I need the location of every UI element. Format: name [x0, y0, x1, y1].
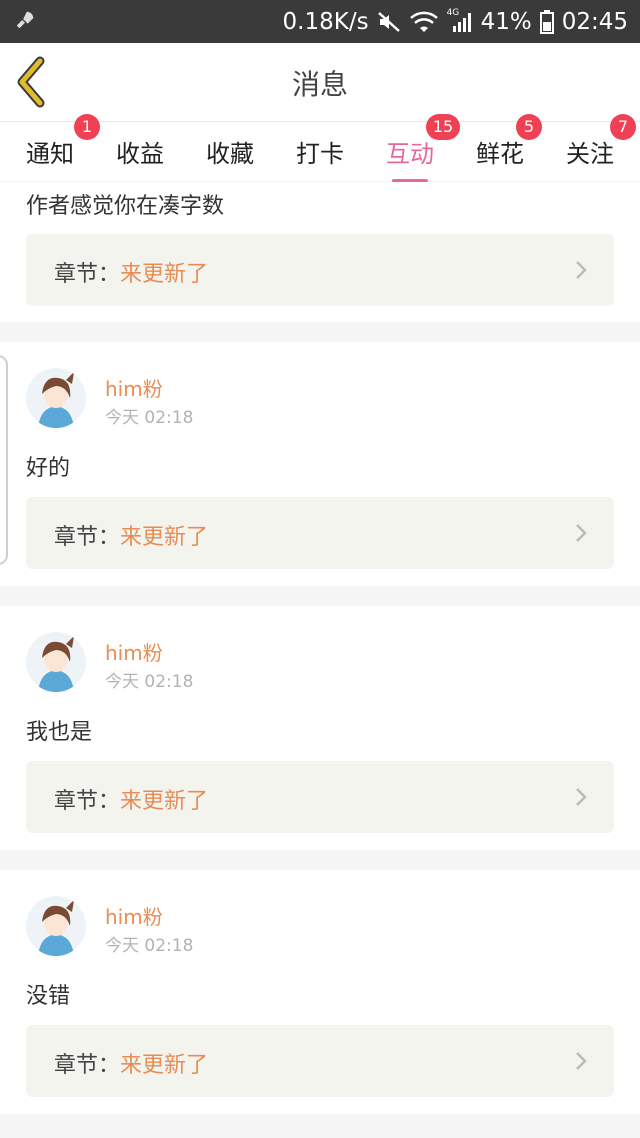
tab-label: 收藏 — [206, 140, 254, 168]
chapter-link[interactable]: 章节：来更新了 — [26, 1025, 614, 1097]
chevron-right-icon — [576, 261, 587, 279]
message-card: 作者感觉你在凑字数 章节：来更新了 — [0, 182, 640, 322]
clock: 02:45 — [561, 9, 628, 35]
wifi-icon — [409, 11, 438, 32]
comment-text: 没错 — [26, 984, 71, 1009]
chapter-label: 章节： — [54, 262, 121, 287]
avatar[interactable] — [26, 368, 86, 428]
chapter-link[interactable]: 章节：来更新了 — [26, 761, 614, 833]
chapter-name: 来更新了 — [120, 789, 209, 814]
tab-label: 打卡 — [296, 140, 344, 168]
tab-label: 互动 — [386, 140, 434, 168]
side-drawer-handle[interactable] — [0, 355, 8, 565]
chapter-label: 章节： — [54, 525, 121, 550]
tab-label: 关注 — [566, 140, 614, 168]
tab-label: 通知 — [26, 140, 74, 168]
message-card: him粉 今天 02:18 我也是 章节：来更新了 — [0, 606, 640, 850]
mute-icon — [377, 12, 400, 32]
tab-label: 鲜花 — [476, 140, 524, 168]
unread-badge: 5 — [516, 114, 542, 140]
unread-badge: 7 — [610, 114, 636, 140]
header-bar: 消息 — [0, 43, 640, 121]
battery-percent: 41% — [480, 9, 532, 35]
chapter-name: 来更新了 — [120, 262, 209, 287]
tab-follow[interactable]: 关注 7 — [566, 114, 636, 169]
tab-interaction[interactable]: 互动 15 — [386, 114, 460, 183]
comment-text: 我也是 — [26, 720, 93, 745]
chevron-right-icon — [576, 788, 587, 806]
tab-favorites[interactable]: 收藏 — [206, 134, 254, 169]
comment-text: 作者感觉你在凑字数 — [26, 194, 225, 219]
rocket-icon — [16, 11, 34, 29]
tab-bar: 通知 1 收益 收藏 打卡 互动 15 鲜花 5 关注 7 — [0, 114, 640, 183]
username[interactable]: him粉 — [105, 637, 163, 666]
message-card: him粉 今天 02:18 好的 章节：来更新了 — [0, 342, 640, 586]
chapter-link[interactable]: 章节：来更新了 — [26, 497, 614, 569]
avatar[interactable] — [26, 896, 86, 956]
chapter-name: 来更新了 — [120, 1053, 209, 1078]
username[interactable]: him粉 — [105, 901, 163, 930]
chevron-right-icon — [576, 524, 587, 542]
chevron-right-icon — [576, 1052, 587, 1070]
signal-4g-icon: 4G — [447, 8, 473, 34]
page-title: 消息 — [291, 68, 348, 101]
unread-badge: 1 — [74, 114, 100, 140]
username[interactable]: him粉 — [105, 373, 163, 402]
chapter-label: 章节： — [54, 1053, 121, 1078]
avatar[interactable] — [26, 632, 86, 692]
tab-flowers[interactable]: 鲜花 5 — [476, 114, 542, 169]
chapter-label: 章节： — [54, 789, 121, 814]
tab-checkin[interactable]: 打卡 — [296, 134, 344, 169]
tab-earnings[interactable]: 收益 — [116, 134, 164, 169]
timestamp: 今天 02:18 — [105, 408, 194, 428]
network-speed: 0.18K/s — [282, 9, 369, 35]
comment-text: 好的 — [26, 456, 71, 481]
chapter-name: 来更新了 — [120, 525, 209, 550]
timestamp: 今天 02:18 — [105, 936, 194, 956]
status-bar: 0.18K/s 4G 41% 02:45 — [0, 0, 640, 43]
timestamp: 今天 02:18 — [105, 672, 194, 692]
chapter-link[interactable]: 章节：来更新了 — [26, 234, 614, 306]
tab-label: 收益 — [116, 140, 164, 168]
message-card: him粉 今天 02:18 没错 章节：来更新了 — [0, 870, 640, 1114]
unread-badge: 15 — [426, 114, 460, 140]
battery-icon — [539, 10, 554, 34]
tab-notify[interactable]: 通知 1 — [26, 114, 100, 169]
